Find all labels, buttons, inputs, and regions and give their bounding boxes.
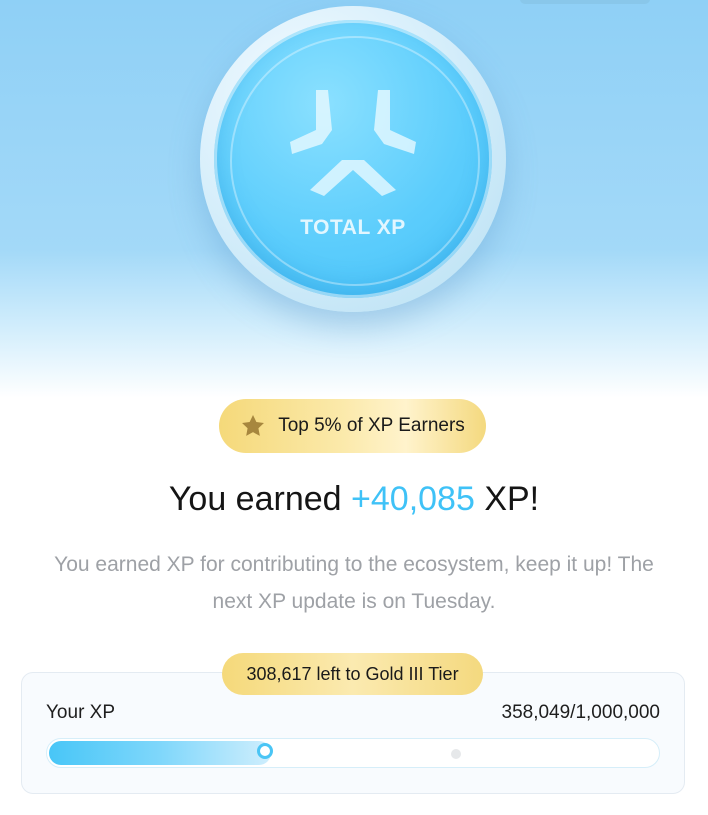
xp-logo-icon [290,90,416,196]
total-xp-coin: TOTAL XP [200,6,506,312]
earned-headline: You earned +40,085 XP! [0,480,708,519]
description-line-2: next XP update is on Tuesday. [212,590,496,613]
xp-progress-fill [49,741,271,765]
your-xp-label: Your XP [46,702,116,723]
next-tier-marker [451,749,461,759]
xp-progress-knob [257,743,273,759]
star-icon [242,414,265,436]
earned-description: You earned XP for contributing to the ec… [0,546,708,620]
coin-label: TOTAL XP [300,216,406,239]
description-line-1: You earned XP for contributing to the ec… [54,553,654,576]
badge-text: Top 5% of XP Earners [278,415,465,436]
earned-amount: +40,085 [351,480,475,518]
headline-suffix: XP! [484,480,540,518]
top-earners-badge: Top 5% of XP Earners [219,399,486,453]
headline-prefix: You earned [168,480,342,518]
xp-progress-track [46,738,660,768]
your-xp-value: 358,049/1,000,000 [501,702,661,723]
next-tier-pill: 308,617 left to Gold III Tier [222,653,483,695]
hero-banner: TOTAL XP [0,0,708,400]
top-bar-edge [520,0,650,4]
